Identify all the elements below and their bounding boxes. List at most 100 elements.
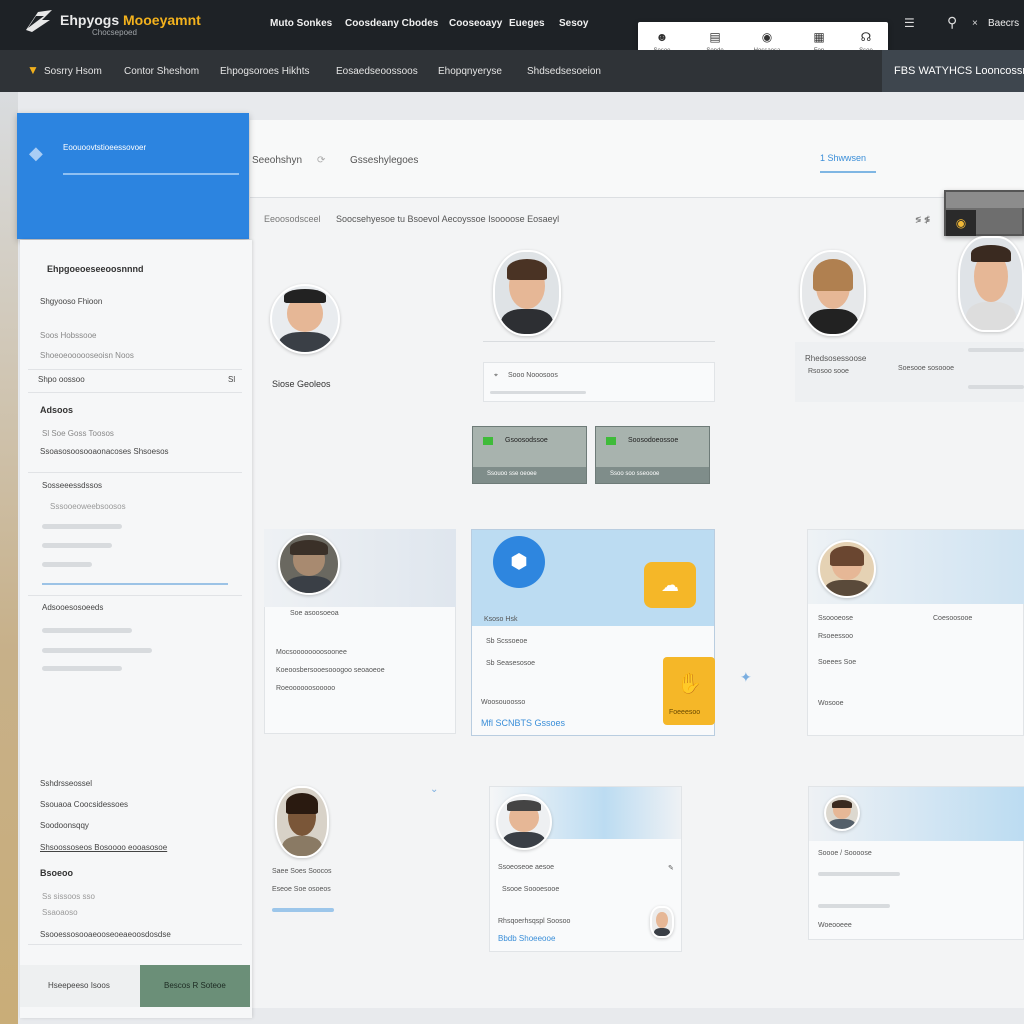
card-4-title: Ssoeoseoe aesoe [498,864,555,871]
sidebar-footer-5[interactable]: Ssooessosooaeooseoeaeoosdosdse [40,930,171,939]
avatar[interactable] [824,795,860,831]
card-4-line-2: Rhsqoerhsqspl Soosoo [498,918,571,925]
sidebar-section-2: Sosseeessdssos [42,481,103,490]
sidebar-section-1-item-a[interactable]: Sl Soe Goss Toosos [42,429,114,438]
chat-icon: ◆ [29,143,43,163]
sidebar-section-2-item-a[interactable]: Sssooeoweebsoosos [50,502,126,511]
status-dot-icon [606,437,616,445]
sidebar-section-4-item-a[interactable]: Ss sissoos sso [42,892,95,901]
logo-icon[interactable] [22,6,56,36]
tag-icon[interactable]: ⬢ [493,536,545,588]
sidebar-footer-3[interactable]: Soodoonsqqy [40,821,89,830]
card-3-line-2: Soeees Soe [818,659,857,666]
avatar[interactable] [493,250,561,336]
breadcrumb-root[interactable]: Eeoosodsceel [264,214,321,224]
subnav-item-4[interactable]: Eosaedseoossoos [336,66,418,77]
tab-2[interactable]: Gsseshylegoes [350,155,418,166]
status-dot-icon [483,437,493,445]
chevron-down-icon[interactable]: ⌄ [430,784,438,795]
avatar[interactable] [275,786,329,858]
sidebar-item-3[interactable]: Shoeoeoooooseoisn Noos [40,351,134,360]
building-icon: ▦ [813,30,825,44]
divider [28,595,242,596]
card-4-link[interactable]: Bbdb Shoeeooe [498,934,555,943]
subnav-item-5[interactable]: Ehopqnyeryse [438,66,502,77]
placeholder-line [42,666,122,671]
avatar[interactable] [496,794,552,850]
card-3-line-1: Rsoeessoo [818,633,854,640]
sidebar-section-4-item-b[interactable]: Ssaoaoso [42,908,78,917]
divider [28,369,242,370]
card-2-title: Ksoso Hsk [484,616,518,623]
card-3-line-3: Wosooe [818,700,844,707]
profile-4-name[interactable]: Saee Soes Soocos [272,868,332,875]
avatar[interactable] [650,906,674,938]
document-icon: ▤ [709,30,721,44]
subnav-item-6[interactable]: Shdsedsesoeion [527,66,601,77]
close-icon[interactable]: × [972,18,978,29]
sparkle-icon: ✦ [740,669,752,685]
pin-icon: ⌖ [494,372,498,379]
menu-icon[interactable]: ☰ [904,16,915,30]
tab-active[interactable]: 1 Shwwsen [820,153,876,173]
camera-widget[interactable]: ◉ [944,190,1024,236]
sidebar-footer-4[interactable]: Shsoossoseos Bosoooo eooasosoe [40,843,167,852]
profile-3-name[interactable]: Rhedsosessoose [805,354,866,363]
sidebar-row-value: Sl [228,375,236,384]
divider [483,341,715,342]
user-icon[interactable]: ⚲ [947,14,957,31]
sidebar-item-2[interactable]: Soos Hobssooe [40,331,96,340]
action-button-b[interactable]: Soosodoeossoe Ssoo soo sseoooe [595,426,710,484]
nav-item-3[interactable]: Cooseoayy [449,18,502,29]
avatar[interactable] [278,533,340,595]
left-edge-backdrop [0,92,18,1024]
action-button-a[interactable]: Gsoosodssoe Ssouoo sse oeoee [472,426,587,484]
nav-item-2[interactable]: Coosdeany Cbodes [345,18,438,29]
placeholder-line [42,628,132,633]
sidebar-item-1[interactable]: Shgyooso Fhioon [40,297,102,306]
profile-3-extra: Soesooe sosoooe [898,365,955,372]
refresh-icon[interactable]: ⟳ [317,155,325,166]
sidebar-secondary-button[interactable]: Hseepeeso Isoos [20,965,140,1007]
sidebar-footer-2[interactable]: Ssouaoa Coocsidessoes [40,800,128,809]
zoom-control[interactable]: ≶ ≸ [915,215,931,224]
avatar[interactable] [270,284,340,354]
user-circle-icon: ◉ [761,30,773,44]
cloud-icon[interactable]: ☁ [644,562,696,608]
sidebar-section-4: Bsoeoo [40,868,74,878]
nav-item-4[interactable]: Eueges [509,18,545,29]
avatar[interactable] [818,540,876,598]
card-5-line-2: Woeooeee [818,922,852,929]
card-1-title: Soe asoosoeoa [290,610,339,617]
subnav-item-3[interactable]: Ehpogsoroes Hikhts [220,66,310,77]
subnav-item-1[interactable]: Sosrry Hsom [44,66,102,77]
placeholder-line [42,524,122,529]
sidebar-section-1-item-b[interactable]: Ssoasosoosooaonacoses Shsoesos [40,447,169,456]
card-2-line-2: Sb Seasesosoe [486,660,536,667]
highlight-card[interactable]: ◆ Eoouoovtstioeessovoer [17,113,249,239]
nav-item-5[interactable]: Sesoy [559,18,588,29]
divider [28,472,242,473]
card-5-title: Soooe / Soooose [818,850,872,857]
divider [28,392,242,393]
card-1-line-2: Koeoosbersooesooogoo seoaoeoe [276,667,385,674]
sidebar-primary-button[interactable]: Bescos R Soteoe [140,965,250,1007]
subnav-item-2[interactable]: Contor Sheshom [124,66,199,77]
avatar[interactable] [958,236,1024,332]
filter-icon[interactable]: ▼ [27,63,39,77]
sidebar-section-3: Adsooesosoeeds [42,603,104,612]
profile-1-name[interactable]: Siose Geoleos [272,379,331,389]
avatar[interactable] [800,250,866,336]
highlight-card-title: Eoouoovtstioeessovoer [63,143,147,152]
edit-icon[interactable]: ✎ [668,864,674,872]
app-title: Ehpyogs Mooeyamnt [60,12,201,28]
card-3-name: Ssoooeose [818,615,854,622]
badge-button[interactable]: ✋ Foeeesoo [663,657,715,725]
card-2-link[interactable]: Mfl SCNBTS Gssoes [481,718,565,728]
user-name[interactable]: Baecrs [988,18,1019,29]
tab-1[interactable]: Seeohshyn [252,155,302,166]
profile-3-subtitle: Rsosoo sooe [808,368,849,375]
progress-line [42,583,228,585]
placeholder-line [42,543,112,548]
nav-item-1[interactable]: Muto Sonkes [270,18,332,29]
